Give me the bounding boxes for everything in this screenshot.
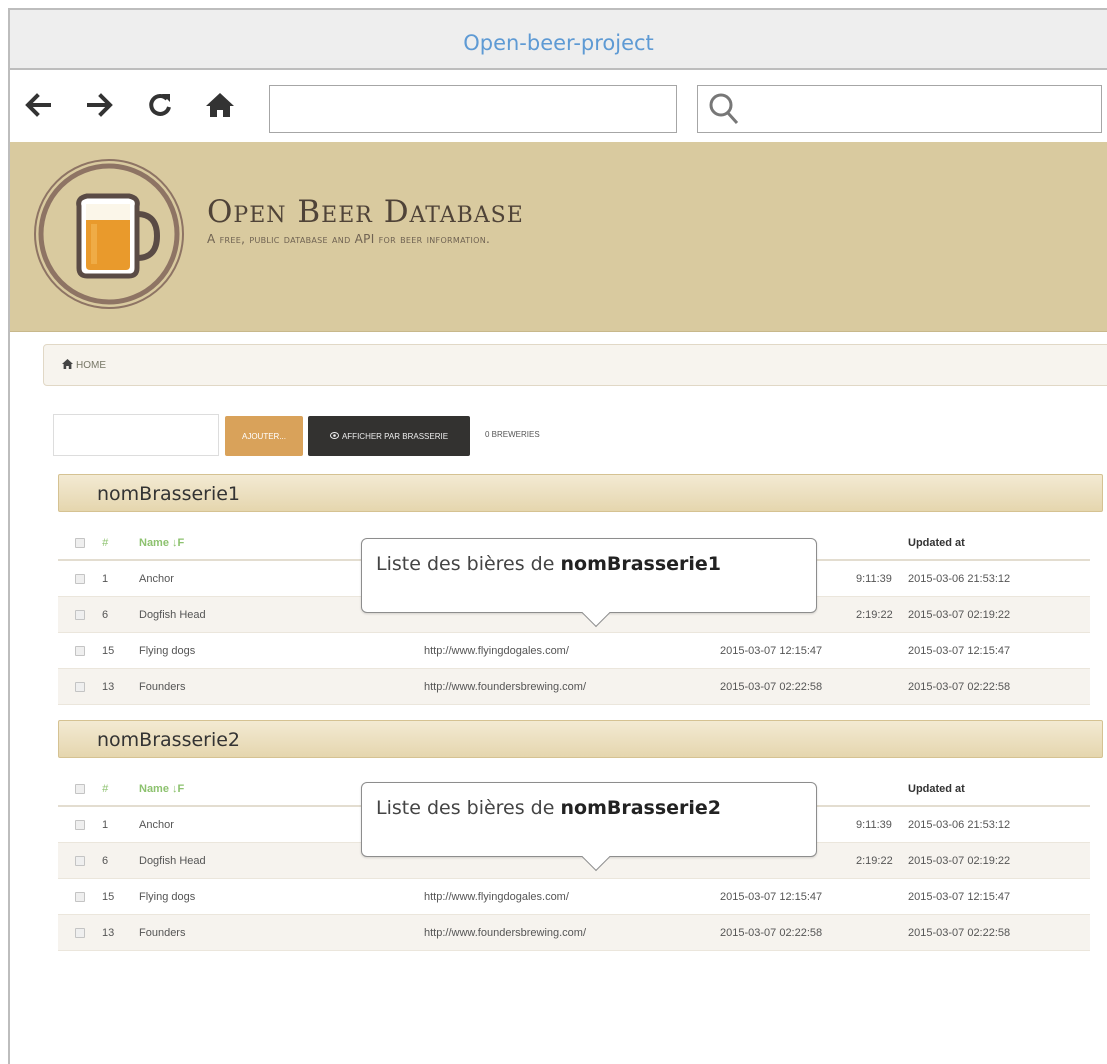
- sort-icon: ↓F: [172, 537, 185, 549]
- sort-icon: ↓F: [172, 783, 185, 795]
- breweries-count: 0 BREWERIES: [485, 430, 540, 439]
- row-checkbox[interactable]: [75, 682, 85, 692]
- row-checkbox[interactable]: [75, 856, 85, 866]
- table-row[interactable]: 15 Flying dogs http://www.flyingdogales.…: [58, 633, 1090, 669]
- site-subtitle: A free, public database and API for beer…: [207, 232, 491, 246]
- select-all-checkbox[interactable]: [75, 538, 85, 548]
- show-by-brewery-button[interactable]: AFFICHER PAR BRASSERIE: [308, 416, 470, 456]
- brewery-section-header[interactable]: nomBrasserie2: [58, 720, 1103, 758]
- brewery-input[interactable]: [53, 414, 219, 456]
- column-updated-header[interactable]: Updated at: [908, 771, 965, 807]
- select-all-checkbox[interactable]: [75, 784, 85, 794]
- row-url[interactable]: http://www.flyingdogales.com/: [424, 879, 569, 915]
- row-created: 2015-03-07 02:22:58: [720, 681, 823, 693]
- brewery-tooltip: Liste des bières de nomBrasserie1: [361, 538, 817, 628]
- site-title: Open Beer Database: [207, 194, 524, 230]
- tooltip-text: Liste des bières de: [376, 797, 561, 819]
- back-arrow-icon[interactable]: [20, 85, 56, 125]
- row-created: 9:11:39: [856, 819, 892, 831]
- tooltip-text: Liste des bières de: [376, 553, 561, 575]
- column-name-header[interactable]: Name ↓F: [139, 771, 184, 807]
- column-number-header[interactable]: #: [102, 525, 108, 561]
- row-number: 1: [102, 819, 109, 831]
- breadcrumb: HOME: [43, 344, 1107, 386]
- row-updated: 2015-03-07 02:19:22: [908, 855, 1011, 867]
- table-row[interactable]: 13 Founders http://www.foundersbrewing.c…: [58, 669, 1090, 705]
- table-row[interactable]: 13 Founders http://www.foundersbrewing.c…: [58, 915, 1090, 951]
- row-url[interactable]: http://www.foundersbrewing.com/: [424, 915, 586, 951]
- column-name-header[interactable]: Name ↓F: [139, 525, 184, 561]
- row-number: 1: [102, 573, 109, 585]
- row-url[interactable]: http://www.foundersbrewing.com/: [424, 669, 586, 705]
- reload-icon[interactable]: [142, 85, 178, 125]
- row-name: Anchor: [139, 819, 174, 831]
- row-name: Dogfish Head: [139, 609, 206, 621]
- row-created: 9:11:39: [856, 573, 892, 585]
- row-name: Flying dogs: [139, 891, 196, 903]
- window-title: Open-beer-project: [10, 10, 1107, 70]
- search-input[interactable]: [697, 85, 1102, 133]
- row-number: 6: [102, 609, 109, 621]
- tooltip-brewery-name: nomBrasserie1: [560, 553, 722, 575]
- show-by-brewery-label: AFFICHER PAR BRASSERIE: [341, 431, 449, 441]
- row-updated: 2015-03-07 12:15:47: [908, 645, 1011, 657]
- row-name: Founders: [139, 681, 186, 693]
- row-number: 13: [102, 927, 115, 939]
- row-updated: 2015-03-07 12:15:47: [908, 891, 1011, 903]
- row-updated: 2015-03-06 21:53:12: [908, 819, 1011, 831]
- site-header: Open Beer Database A free, public databa…: [10, 142, 1107, 332]
- row-created: 2015-03-07 12:15:47: [720, 645, 823, 657]
- column-number-header[interactable]: #: [102, 771, 108, 807]
- row-number: 13: [102, 681, 115, 693]
- breadcrumb-home-link[interactable]: HOME: [76, 360, 106, 371]
- table-row[interactable]: 15 Flying dogs http://www.flyingdogales.…: [58, 879, 1090, 915]
- home-icon[interactable]: [202, 85, 238, 125]
- row-checkbox[interactable]: [75, 892, 85, 902]
- row-created: 2015-03-07 12:15:47: [720, 891, 823, 903]
- brewery-tooltip: Liste des bières de nomBrasserie2: [361, 782, 817, 872]
- home-icon[interactable]: [62, 358, 73, 372]
- row-number: 15: [102, 891, 115, 903]
- beer-mug-icon[interactable]: [33, 158, 185, 310]
- row-updated: 2015-03-06 21:53:12: [908, 573, 1011, 585]
- row-name: Dogfish Head: [139, 855, 206, 867]
- eye-icon: [329, 431, 339, 441]
- row-url[interactable]: http://www.flyingdogales.com/: [424, 633, 569, 669]
- row-number: 15: [102, 645, 115, 657]
- navigation-bar: [10, 72, 1107, 142]
- magnifier-icon: [709, 93, 739, 125]
- column-updated-header[interactable]: Updated at: [908, 525, 965, 561]
- row-created: 2:19:22: [856, 609, 893, 621]
- row-checkbox[interactable]: [75, 646, 85, 656]
- row-created: 2:19:22: [856, 855, 893, 867]
- row-name: Founders: [139, 927, 186, 939]
- address-bar[interactable]: [269, 85, 677, 133]
- row-created: 2015-03-07 02:22:58: [720, 927, 823, 939]
- add-button[interactable]: AJOUTER...: [225, 416, 303, 456]
- row-checkbox[interactable]: [75, 928, 85, 938]
- tooltip-brewery-name: nomBrasserie2: [560, 797, 722, 819]
- row-checkbox[interactable]: [75, 820, 85, 830]
- row-updated: 2015-03-07 02:22:58: [908, 927, 1011, 939]
- row-name: Anchor: [139, 573, 174, 585]
- row-checkbox[interactable]: [75, 610, 85, 620]
- row-name: Flying dogs: [139, 645, 196, 657]
- browser-window: Open-beer-project Open Beer Database A f…: [8, 8, 1107, 1064]
- forward-arrow-icon[interactable]: [82, 85, 118, 125]
- row-updated: 2015-03-07 02:19:22: [908, 609, 1011, 621]
- row-updated: 2015-03-07 02:22:58: [908, 681, 1011, 693]
- row-number: 6: [102, 855, 109, 867]
- brewery-section-header[interactable]: nomBrasserie1: [58, 474, 1103, 512]
- row-checkbox[interactable]: [75, 574, 85, 584]
